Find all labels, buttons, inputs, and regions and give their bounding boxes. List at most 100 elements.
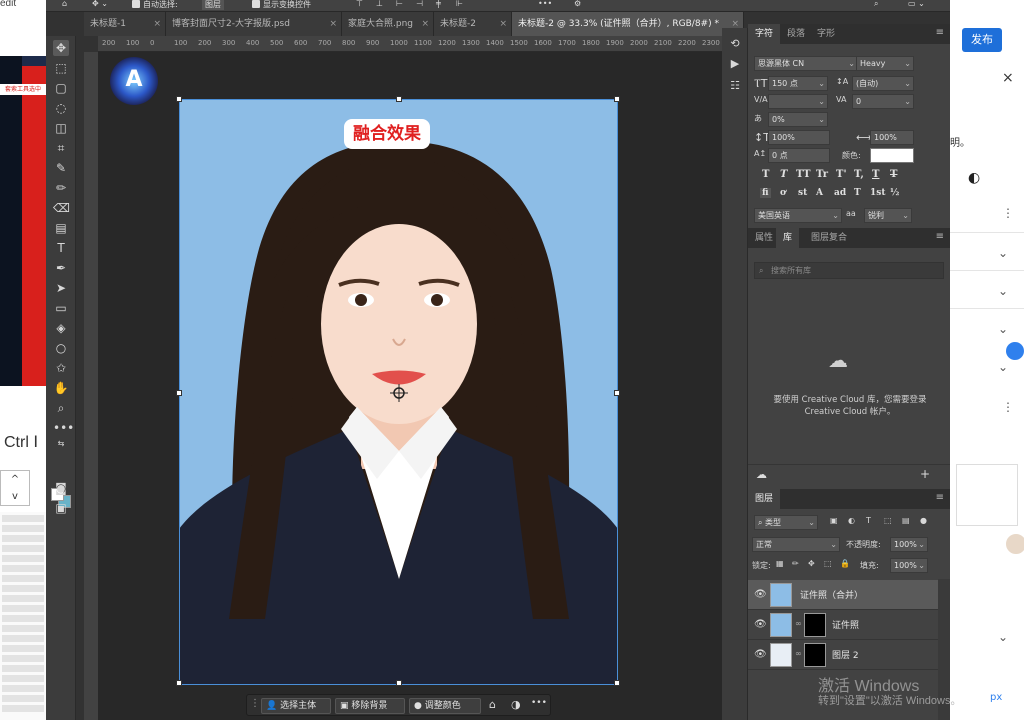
select-subject-button[interactable]: 👤 选择主体 [261,698,331,714]
marquee-tool-icon[interactable]: ▢ [53,80,69,96]
lasso-tool-icon[interactable]: ◌ [53,100,69,116]
close-icon[interactable]: × [329,12,337,36]
align-left-icon[interactable]: ⊣ [416,0,423,8]
move-tool-icon[interactable]: ✥ ⌄ [92,0,108,8]
ellipse-tool-icon[interactable]: ○ [53,340,69,356]
align-bottom-icon[interactable]: ⊢ [396,0,403,8]
screen-mode-icon[interactable]: ▣ [53,500,69,516]
tab-layer-comps[interactable]: 图层复合 [804,228,854,248]
text-color-swatch[interactable] [870,148,914,163]
font-size-field[interactable]: 150 点 ⌄ [768,76,828,91]
vertical-scale-field[interactable]: 100% [768,130,830,145]
font-style-select[interactable]: Heavy ⌄ [856,56,914,71]
transform-reference-point-icon[interactable] [390,384,408,402]
scale-field[interactable]: 0% ⌄ [768,112,828,127]
tab-untitled-2-active[interactable]: 未标题-2 @ 33.3% (证件照（合并）, RGB/8#) * × [512,12,744,36]
small-caps-icon[interactable]: Tr [816,169,828,180]
eyedropper-tool-icon[interactable]: ✎ [53,160,69,176]
lock-transparency-icon[interactable]: ▦ [776,559,784,568]
panel-menu-icon[interactable]: ≡ [936,231,944,242]
remove-background-button[interactable]: ▣ 移除背景 [335,698,405,714]
more-icon[interactable]: ⋮ [1002,206,1014,220]
faux-italic-icon[interactable]: T [780,169,787,180]
spinner-control[interactable]: ^ v [0,470,30,506]
chevron-down-icon[interactable]: ⌄ [998,630,1008,644]
panel-menu-icon[interactable]: ≡ [936,27,944,38]
path-select-tool-icon[interactable]: ➤ [53,280,69,296]
chevron-down-icon[interactable]: ⌄ [998,360,1008,374]
history-icon[interactable]: ⟲ [727,36,743,52]
superscript-icon[interactable]: T' [836,169,847,180]
publish-button[interactable]: 发布 [962,28,1002,52]
blend-mode-select[interactable]: 正常 ⌄ [752,537,840,552]
paint-bucket-tool-icon[interactable]: ◈ [53,320,69,336]
lock-all-icon[interactable]: 🔒 [840,559,850,568]
align-right-icon[interactable]: ⊩ [456,0,463,8]
transform-icon[interactable]: ⌂ [489,698,496,711]
layer-row[interactable]: 👁 ∞ 图层 2 [748,640,938,670]
align-middle-icon[interactable]: ⊥ [376,0,383,8]
search-icon[interactable]: ⌕ [874,0,878,9]
chevron-down-icon[interactable]: ⌄ [998,284,1008,298]
tab-glyphs[interactable]: 字形 [810,24,842,44]
fractions-icon[interactable]: ½ [890,188,899,198]
layer-mask-thumbnail[interactable] [804,643,826,667]
eye-icon[interactable]: 👁 [754,619,767,630]
filter-smart-object-icon[interactable]: ▤ [902,516,910,525]
auto-select-dropdown[interactable]: 图层 [202,0,224,10]
more-icon[interactable]: ⋮ [1002,400,1014,414]
discretionary-ligatures-icon[interactable]: ơ [780,188,786,198]
type-tool-icon[interactable]: T [53,240,69,256]
eraser-tool-icon[interactable]: ⌫ [53,200,70,216]
crop-tool-icon[interactable]: ⌗ [53,140,69,156]
underline-icon[interactable]: T [872,169,879,180]
layer-name[interactable]: 证件照（合并） [800,588,863,601]
move-tool-icon[interactable]: ✥ [53,40,69,56]
add-icon[interactable]: + [920,467,930,481]
quick-mask-icon[interactable]: ◙ [53,480,69,496]
close-icon[interactable]: × [153,12,161,36]
filter-toggle-icon[interactable]: ● [920,516,927,525]
workspace-icon[interactable]: ▭ ⌄ [908,0,925,8]
tracking-field[interactable]: 0 ⌄ [852,94,914,109]
lock-artboard-icon[interactable]: ⬚ [824,559,832,568]
pen-tool-icon[interactable]: ✒ [53,260,69,276]
chevron-down-icon[interactable]: ⌄ [998,246,1008,260]
artboard-tool-icon[interactable]: ⬚ [53,60,69,76]
avatar[interactable] [1004,532,1024,556]
drag-handle-icon[interactable]: ⋮ [250,698,260,709]
faux-bold-icon[interactable]: T [762,169,769,180]
close-icon[interactable]: × [1002,70,1014,86]
horizontal-scale-field[interactable]: 100% [870,130,914,145]
stylistic-alternates-icon[interactable]: A [816,188,823,198]
chevron-down-icon[interactable]: ⌄ [998,322,1008,336]
show-transform-checkbox[interactable] [252,0,260,8]
tab-layers[interactable]: 图层 [748,489,781,509]
more-icon[interactable]: ••• [531,698,547,708]
ornaments-icon[interactable]: T [854,188,861,198]
chat-bubble-icon[interactable] [1006,342,1024,360]
baseline-shift-field[interactable]: 0 点 [768,148,830,163]
tab-untitled-2[interactable]: 未标题-2 × [434,12,512,36]
layer-name[interactable]: 证件照 [832,618,859,631]
text-input-box[interactable] [956,464,1018,526]
custom-shape-tool-icon[interactable]: ✩ [53,360,69,376]
ligatures-icon[interactable]: fi [760,188,771,198]
spinner-down-icon[interactable]: v [1,488,29,505]
spinner-up-icon[interactable]: ^ [1,471,29,488]
language-select[interactable]: 美国英语 ⌄ [754,208,842,223]
library-search-input[interactable]: ⌕ 搜索所有库 [754,262,944,279]
brush-tool-icon[interactable]: ✏ [53,180,69,196]
brushes-icon[interactable]: ☷ [727,78,743,94]
layer-row[interactable]: 👁 证件照（合并） [748,580,938,610]
strikethrough-icon[interactable]: T [890,169,897,180]
filter-type-icon[interactable]: T [866,516,871,525]
contrast-icon[interactable]: ◑ [511,698,521,711]
panel-menu-icon[interactable]: ≡ [936,492,944,503]
align-center-icon[interactable]: ╪ [436,0,441,8]
filter-adjustment-icon[interactable]: ◐ [848,516,855,525]
eye-icon[interactable]: 👁 [754,589,767,600]
fill-field[interactable]: 100% ⌄ [890,558,928,573]
hand-tool-icon[interactable]: ✋ [53,380,69,396]
font-family-select[interactable]: 思源黑体 CN ⌄ [754,56,858,71]
